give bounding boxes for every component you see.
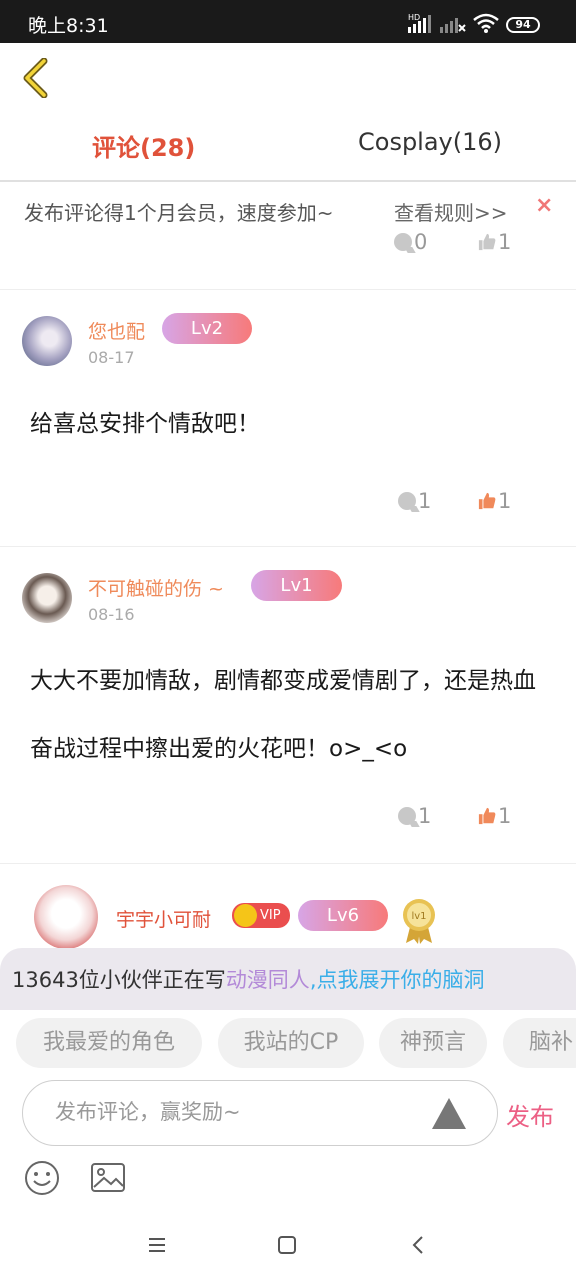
image-icon[interactable] [90,1160,126,1196]
chip-prophecy[interactable]: 神预言 [379,1018,487,1068]
comment-item: 宇宇小可耐 VIP Lv6 lv1 [0,865,576,949]
medal-label: lv1 [411,911,426,922]
status-bar: 晚上8:31 HD 94 [0,0,576,43]
comment-date: 08-16 [88,605,135,624]
menu-icon[interactable] [142,1230,172,1260]
chip-cp[interactable]: 我站的CP [218,1018,364,1068]
notice-text: 发布评论得1个月会员，速度参加~ [24,201,334,225]
like-icon [478,807,496,825]
system-nav-bar [0,1212,576,1280]
comment-icon [398,807,416,825]
comment-count: 1 [418,489,432,513]
view-rules-link[interactable]: 查看规则>> [394,197,508,226]
comment-count: 0 [414,230,428,254]
comment-count-button[interactable]: 1 [398,804,431,828]
comment-count-button[interactable]: 1 [398,489,431,513]
comment-item: 您也配 Lv2 08-17 给喜总安排个情敌吧！ 1 1 [0,291,576,547]
like-count: 1 [498,489,512,513]
prompt-text: 13643位小伙伴正在写动漫同人,点我展开你的脑洞 [12,964,485,994]
comment-count: 1 [418,804,432,828]
username[interactable]: 不可触碰的伤 ~ [88,574,224,601]
emoji-icon[interactable] [24,1160,60,1196]
avatar[interactable] [22,316,72,366]
like-icon [478,492,496,510]
send-button[interactable]: 发布 [506,1097,554,1132]
prompt-topic: 动漫同人 [225,968,310,992]
notice-comment-count[interactable]: 0 [394,230,427,254]
wifi-icon [473,13,499,33]
comment-input[interactable]: 发布评论，赢奖励~ [22,1080,498,1146]
back-icon[interactable] [22,58,52,98]
tab-cosplay[interactable]: Cosplay(16) [358,128,502,156]
medal-icon: lv1 [403,899,435,944]
crown-icon [234,904,257,927]
comment-item: 不可触碰的伤 ~ Lv1 08-16 大大不要加情敌，剧情都变成爱情剧了，还是热… [0,548,576,864]
nav-back-icon[interactable] [404,1230,434,1260]
vip-badge: VIP [232,903,290,928]
avatar[interactable] [22,573,72,623]
hd-label: HD [408,13,420,22]
tab-comments[interactable]: 评论(28) [92,128,195,163]
level-badge: Lv6 [298,900,388,931]
notice-like-count[interactable]: 1 [478,230,511,254]
status-time: 晚上8:31 [28,15,109,37]
username[interactable]: 宇宇小可耐 [116,905,211,932]
battery-icon: 94 [506,17,540,33]
prompt-action: ,点我展开你的脑洞 [309,968,485,992]
chip-favorite-character[interactable]: 我最爱的角色 [16,1018,202,1068]
tab-bar: 评论(28) Cosplay(16) [0,118,576,182]
like-count: 1 [498,230,512,254]
comment-content: 给喜总安排个情敌吧！ [30,411,260,437]
like-button[interactable]: 1 [478,489,511,513]
prompt-count: 13643位小伙伴正在写 [12,968,226,992]
like-icon [478,233,496,251]
comment-date: 08-17 [88,348,135,367]
level-badge: Lv2 [162,313,252,344]
triangle-icon[interactable] [431,1097,467,1130]
vip-label: VIP [260,908,281,923]
signal-icon: HD [408,13,431,33]
avatar[interactable] [34,885,98,949]
topic-chips: 我最爱的角色 我站的CP 神预言 脑补 [0,1010,576,1078]
comment-content: 大大不要加情敌，剧情都变成爱情剧了，还是热血奋战过程中擦出爱的火花吧！o>_<o [30,668,536,762]
like-count: 1 [498,804,512,828]
home-icon[interactable] [272,1230,302,1260]
close-icon[interactable]: × [535,193,553,218]
comment-icon [394,233,412,251]
comment-icon [398,492,416,510]
comment-input-placeholder: 发布评论，赢奖励~ [55,1100,241,1124]
username[interactable]: 您也配 [88,317,145,344]
notice-banner: 发布评论得1个月会员，速度参加~ 查看规则>> × 0 1 [0,184,576,290]
prompt-bar[interactable]: 13643位小伙伴正在写动漫同人,点我展开你的脑洞 [0,948,576,1010]
chip-imagination[interactable]: 脑补 [503,1018,576,1068]
like-button[interactable]: 1 [478,804,511,828]
signal-2-icon [440,18,466,33]
level-badge: Lv1 [251,570,342,601]
